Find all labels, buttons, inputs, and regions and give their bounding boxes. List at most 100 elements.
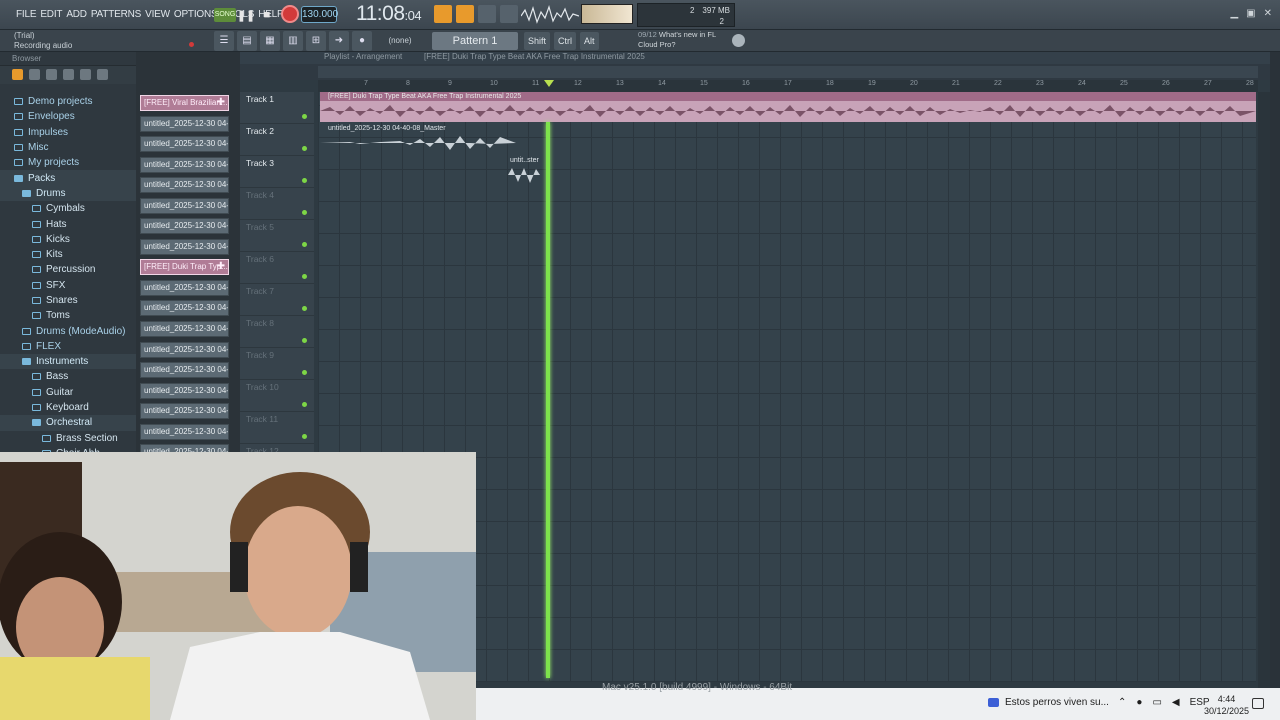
timeline-ruler[interactable]: 7 8 9 10 11 12 13 14 15 16 17 18 19 20 2… [318, 80, 1258, 92]
browser-star-icon[interactable] [97, 69, 108, 80]
tree-item-my-projects[interactable]: My projects [0, 155, 136, 170]
alt-key[interactable]: Alt [580, 32, 599, 50]
tree-item-envelopes[interactable]: Envelopes [0, 109, 136, 124]
step-edit-icon[interactable] [456, 5, 474, 23]
channel-item[interactable]: untitled_2025-12-30 04- [140, 136, 229, 152]
channel-item[interactable]: untitled_2025-12-30 04- [140, 218, 229, 234]
tree-item-guitar[interactable]: Guitar [0, 385, 136, 400]
track-mute-led[interactable] [302, 338, 307, 343]
channel-item[interactable]: untitled_2025-12-30 04- [140, 239, 229, 255]
browser-file-icon[interactable] [29, 69, 40, 80]
channel-item[interactable]: untitled_2025-12-30 04- [140, 321, 229, 337]
track-header[interactable]: Track 6 [240, 252, 314, 284]
shift-key[interactable]: Shift [524, 32, 551, 50]
track-header[interactable]: Track 1 [240, 92, 314, 124]
track-header[interactable]: Track 10 [240, 380, 314, 412]
tree-item-brass-section[interactable]: Brass Section [0, 431, 136, 446]
track-mute-led[interactable] [302, 178, 307, 183]
tree-item-keyboard[interactable]: Keyboard [0, 400, 136, 415]
track-mute-led[interactable] [302, 306, 307, 311]
volume-icon[interactable]: ◀ [1172, 697, 1180, 708]
globe-icon[interactable] [732, 34, 745, 47]
plus-icon[interactable]: ✚ [217, 260, 225, 274]
channel-item[interactable]: untitled_2025-12-30 04- [140, 300, 229, 316]
track-header[interactable]: Track 5 [240, 220, 314, 252]
playhead-marker-icon[interactable] [544, 80, 554, 87]
tree-item-kicks[interactable]: Kicks [0, 232, 136, 247]
track-header[interactable]: Track 8 [240, 316, 314, 348]
track-mute-led[interactable] [302, 114, 307, 119]
channel-item[interactable]: untitled_2025-12-30 04- [140, 116, 229, 132]
taskbar-clock[interactable]: 4:44 30/12/2025 [1204, 693, 1249, 717]
piano-roll-icon[interactable]: ▤ [237, 31, 257, 51]
channel-item[interactable]: [FREE] Viral Brazilian... ✚ [140, 95, 229, 111]
tree-item-drums[interactable]: Drums [0, 185, 136, 202]
close-icon[interactable]: ✕ [1264, 8, 1272, 19]
maximize-icon[interactable]: ▣ [1246, 8, 1255, 19]
track-mute-led[interactable] [302, 210, 307, 215]
tree-item-kits[interactable]: Kits [0, 247, 136, 262]
mixer-icon[interactable]: ▥ [283, 31, 303, 51]
channel-item[interactable]: untitled_2025-12-30 04- [140, 280, 229, 296]
tree-item-packs[interactable]: Packs [0, 170, 136, 186]
tree-item-misc[interactable]: Misc [0, 140, 136, 155]
menu-view[interactable]: VIEW [143, 9, 172, 20]
channel-item[interactable]: untitled_2025-12-30 04- [140, 424, 229, 440]
plugin-icon[interactable]: ⊞ [306, 31, 326, 51]
track-mute-led[interactable] [302, 402, 307, 407]
browser-back-icon[interactable] [46, 69, 57, 80]
track-header[interactable]: Track 2 [240, 124, 314, 156]
tree-item-bass[interactable]: Bass [0, 369, 136, 384]
record-button[interactable] [281, 5, 299, 23]
track-mute-led[interactable] [302, 370, 307, 375]
ctrl-key[interactable]: Ctrl [554, 32, 577, 50]
channel-item[interactable]: untitled_2025-12-30 04- [140, 362, 229, 378]
network-icon[interactable]: ▭ [1152, 697, 1161, 708]
channel-item[interactable]: untitled_2025-12-30 04- [140, 342, 229, 358]
track-header[interactable]: Track 7 [240, 284, 314, 316]
menu-options[interactable]: OPTIONS [172, 9, 220, 20]
browser-tag-icon[interactable] [63, 69, 74, 80]
tree-item-hats[interactable]: Hats [0, 216, 136, 231]
song-mode-button[interactable]: SONG [214, 8, 236, 22]
microphone-icon[interactable]: ● [1136, 697, 1142, 708]
vertical-scrollbar[interactable] [1258, 92, 1270, 688]
tree-item-snares[interactable]: Snares [0, 293, 136, 308]
arrow-right-icon[interactable]: ➜ [329, 31, 349, 51]
plus-icon[interactable]: ✚ [217, 96, 225, 110]
minimize-icon[interactable]: ▁ [1230, 8, 1238, 19]
track-header[interactable]: Track 11 [240, 412, 314, 444]
channel-item[interactable]: untitled_2025-12-30 04- [140, 383, 229, 399]
audio-clip-beat[interactable]: [FREE] Duki Trap Type Beat AKA Free Trap… [320, 92, 1256, 122]
track-header[interactable]: Track 9 [240, 348, 314, 380]
audio-clip-stem[interactable]: untit..ster [502, 156, 544, 186]
channel-item[interactable]: untitled_2025-12-30 04- [140, 157, 229, 173]
menu-edit[interactable]: EDIT [38, 9, 64, 20]
stop-icon[interactable]: ■ [257, 5, 277, 25]
track-header[interactable]: Track 3 [240, 156, 314, 188]
menu-patterns[interactable]: PATTERNS [89, 9, 143, 20]
channel-rack-icon[interactable]: ▦ [260, 31, 280, 51]
track-mute-led[interactable] [302, 146, 307, 151]
channel-item[interactable]: untitled_2025-12-30 04- [140, 403, 229, 419]
track-mute-led[interactable] [302, 434, 307, 439]
menu-file[interactable]: FILE [14, 9, 38, 20]
tempo-display[interactable]: 130.000 [301, 6, 338, 23]
snap-select[interactable]: (none) [378, 34, 422, 48]
tree-item-percussion[interactable]: Percussion [0, 262, 136, 277]
tree-item-toms[interactable]: Toms [0, 308, 136, 323]
pause-icon[interactable]: ❚❚ [236, 5, 256, 25]
browser-menu-icon[interactable] [12, 69, 23, 80]
microphone-icon[interactable]: ● [352, 31, 372, 51]
tree-item-instruments[interactable]: Instruments [0, 354, 136, 370]
chevron-up-icon[interactable]: ⌃ [1118, 697, 1126, 708]
tree-item-orchestral[interactable]: Orchestral [0, 415, 136, 431]
tree-item-sfx[interactable]: SFX [0, 278, 136, 293]
news-panel[interactable]: 09/12 What's new in FL Cloud Pro? [638, 30, 716, 50]
channel-item[interactable]: untitled_2025-12-30 04- [140, 177, 229, 193]
horizontal-scrollbar[interactable] [318, 66, 1258, 78]
tree-item-flex[interactable]: FLEX [0, 339, 136, 354]
tree-item-cymbals[interactable]: Cymbals [0, 201, 136, 216]
menu-add[interactable]: ADD [64, 9, 89, 20]
browser-cloud-icon[interactable] [80, 69, 91, 80]
